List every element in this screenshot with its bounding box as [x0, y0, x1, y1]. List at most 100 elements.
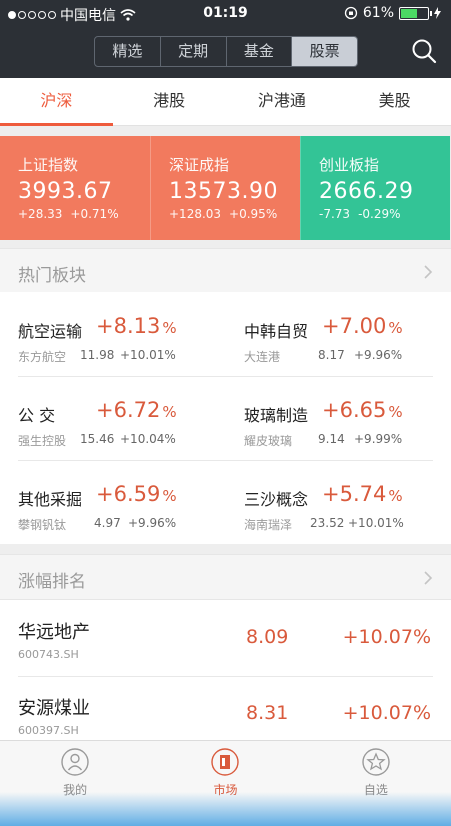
sector-pct-unit: % — [388, 403, 403, 421]
sector-pct: +6.59% — [96, 482, 177, 506]
top-header: 中国电信 01:19 61% 精选 定期 基金 股票 — [0, 0, 451, 78]
segment-dingqi[interactable]: 定期 — [161, 37, 227, 66]
sector-leader: 攀钢钒钛 4.97 +9.96% — [18, 516, 176, 533]
sector-leader: 耀皮玻璃 9.14 +9.99% — [244, 432, 402, 449]
sector-item[interactable]: 中韩自贸 +7.00% 大连港 8.17 +9.96% — [244, 314, 451, 384]
stock-code: 600397.SH — [18, 724, 79, 737]
search-icon[interactable] — [411, 38, 437, 64]
tab-hugangtong[interactable]: 沪港通 — [226, 78, 339, 125]
status-right: 61% — [344, 5, 441, 21]
segment-jingxuan[interactable]: 精选 — [95, 37, 161, 66]
sector-leader: 东方航空 11.98 +10.01% — [18, 348, 176, 365]
leader-stock: 大连港 — [244, 350, 281, 364]
index-change: -7.73 -0.29% — [319, 207, 450, 221]
index-change-pct: +0.71% — [70, 207, 119, 221]
sector-pct: +5.74% — [322, 482, 403, 506]
leader-price: 15.46 — [80, 432, 115, 446]
index-value: 13573.90 — [169, 179, 278, 204]
chevron-right-icon — [424, 571, 433, 585]
hot-sectors-header[interactable]: 热门板块 — [0, 248, 451, 294]
divider — [18, 376, 433, 377]
leader-change: +10.01% — [120, 348, 176, 362]
hot-sectors-grid: 航空运输 +8.13% 东方航空 11.98 +10.01% 中韩自贸 +7.0… — [0, 292, 451, 544]
leader-change: +10.04% — [120, 432, 176, 446]
sector-item[interactable]: 航空运输 +8.13% 东方航空 11.98 +10.01% — [18, 314, 228, 384]
battery-percent: 61% — [362, 5, 394, 21]
sector-pct-value: +6.72 — [96, 398, 161, 422]
index-change-points: +28.33 — [18, 207, 63, 221]
tabbar-item-watchlist[interactable]: 自选 — [301, 741, 451, 826]
sector-name: 中韩自贸 — [244, 322, 309, 341]
index-card-shanghai[interactable]: 上证指数 3993.67 +28.33 +0.71% — [0, 136, 150, 240]
sector-item[interactable]: 玻璃制造 +6.65% 耀皮玻璃 9.14 +9.99% — [244, 398, 451, 468]
sector-item[interactable]: 公 交 +6.72% 强生控股 15.46 +10.04% — [18, 398, 228, 468]
sector-leader: 强生控股 15.46 +10.04% — [18, 432, 176, 449]
stock-price: 8.09 — [246, 626, 289, 648]
product-segmented-control: 精选 定期 基金 股票 — [94, 36, 358, 67]
sector-pct: +6.65% — [322, 398, 403, 422]
table-row[interactable]: 安源煤业 600397.SH 8.31 +10.07% — [0, 676, 451, 740]
ranking-header[interactable]: 涨幅排名 — [0, 554, 451, 600]
leader-change: +9.96% — [354, 348, 403, 362]
sector-name: 玻璃制造 — [244, 406, 309, 425]
divider — [18, 460, 433, 461]
index-change: +128.03 +0.95% — [169, 207, 300, 221]
tab-meigu[interactable]: 美股 — [338, 78, 451, 125]
segment-gupiao[interactable]: 股票 — [292, 37, 357, 66]
tabbar-label: 市场 — [213, 783, 238, 797]
index-change-pct: -0.29% — [358, 207, 401, 221]
index-change: +28.33 +0.71% — [18, 207, 150, 221]
tab-hushen[interactable]: 沪深 — [0, 78, 113, 126]
sector-pct-value: +6.59 — [96, 482, 161, 506]
index-name: 创业板指 — [319, 156, 380, 174]
sector-item[interactable]: 三沙概念 +5.74% 海南瑞泽 23.52 +10.01% — [244, 482, 451, 552]
leader-price: 9.14 — [318, 432, 345, 446]
leader-stock: 东方航空 — [18, 350, 67, 364]
leader-price: 4.97 — [94, 516, 121, 530]
sector-pct: +6.72% — [96, 398, 177, 422]
section-title: 涨幅排名 — [18, 572, 86, 592]
table-row[interactable]: 华远地产 600743.SH 8.09 +10.07% — [0, 600, 451, 678]
leader-stock: 攀钢钒钛 — [18, 518, 67, 532]
sector-pct-unit: % — [162, 319, 177, 337]
index-change-points: +128.03 — [169, 207, 222, 221]
leader-price: 23.52 — [310, 516, 345, 530]
status-bar: 中国电信 01:19 61% — [0, 0, 451, 26]
sector-name: 公 交 — [18, 406, 56, 425]
sector-pct: +7.00% — [322, 314, 403, 338]
leader-stock: 强生控股 — [18, 434, 67, 448]
segment-jijin[interactable]: 基金 — [227, 37, 293, 66]
star-icon — [362, 748, 390, 776]
index-card-chinext[interactable]: 创业板指 2666.29 -7.73 -0.29% — [300, 136, 450, 240]
index-change-points: -7.73 — [319, 207, 351, 221]
battery-icon — [399, 6, 432, 20]
sector-pct-value: +8.13 — [96, 314, 161, 338]
sector-pct-value: +5.74 — [322, 482, 387, 506]
tab-ganggu[interactable]: 港股 — [113, 78, 226, 125]
leader-change: +9.99% — [354, 432, 403, 446]
index-value: 2666.29 — [319, 179, 414, 204]
ranking-list: 华远地产 600743.SH 8.09 +10.07% 安源煤业 600397.… — [0, 600, 451, 740]
tabbar-item-market[interactable]: 市场 — [150, 741, 300, 826]
tabbar-item-mine[interactable]: 我的 — [0, 741, 150, 826]
index-cards: 上证指数 3993.67 +28.33 +0.71% 深证成指 13573.90 … — [0, 136, 451, 240]
stock-name: 华远地产 — [18, 622, 90, 643]
market-tabs: 沪深 港股 沪港通 美股 — [0, 78, 451, 126]
leader-change: +9.96% — [128, 516, 177, 530]
leader-stock: 海南瑞泽 — [244, 518, 293, 532]
index-change-pct: +0.95% — [229, 207, 278, 221]
index-value: 3993.67 — [18, 179, 113, 204]
stock-price: 8.31 — [246, 702, 289, 724]
index-card-shenzhen[interactable]: 深证成指 13573.90 +128.03 +0.95% — [150, 136, 300, 240]
sector-leader: 大连港 8.17 +9.96% — [244, 348, 402, 365]
index-name: 上证指数 — [18, 156, 79, 174]
sector-pct-unit: % — [162, 403, 177, 421]
index-name: 深证成指 — [169, 156, 230, 174]
sector-pct-value: +6.65 — [322, 398, 387, 422]
bottom-tab-bar: 我的 市场 自选 — [0, 740, 451, 826]
stock-change: +10.07% — [342, 626, 431, 648]
charging-icon — [434, 7, 441, 19]
market-icon — [211, 748, 240, 776]
leader-stock: 耀皮玻璃 — [244, 434, 293, 448]
sector-item[interactable]: 其他采掘 +6.59% 攀钢钒钛 4.97 +9.96% — [18, 482, 228, 552]
